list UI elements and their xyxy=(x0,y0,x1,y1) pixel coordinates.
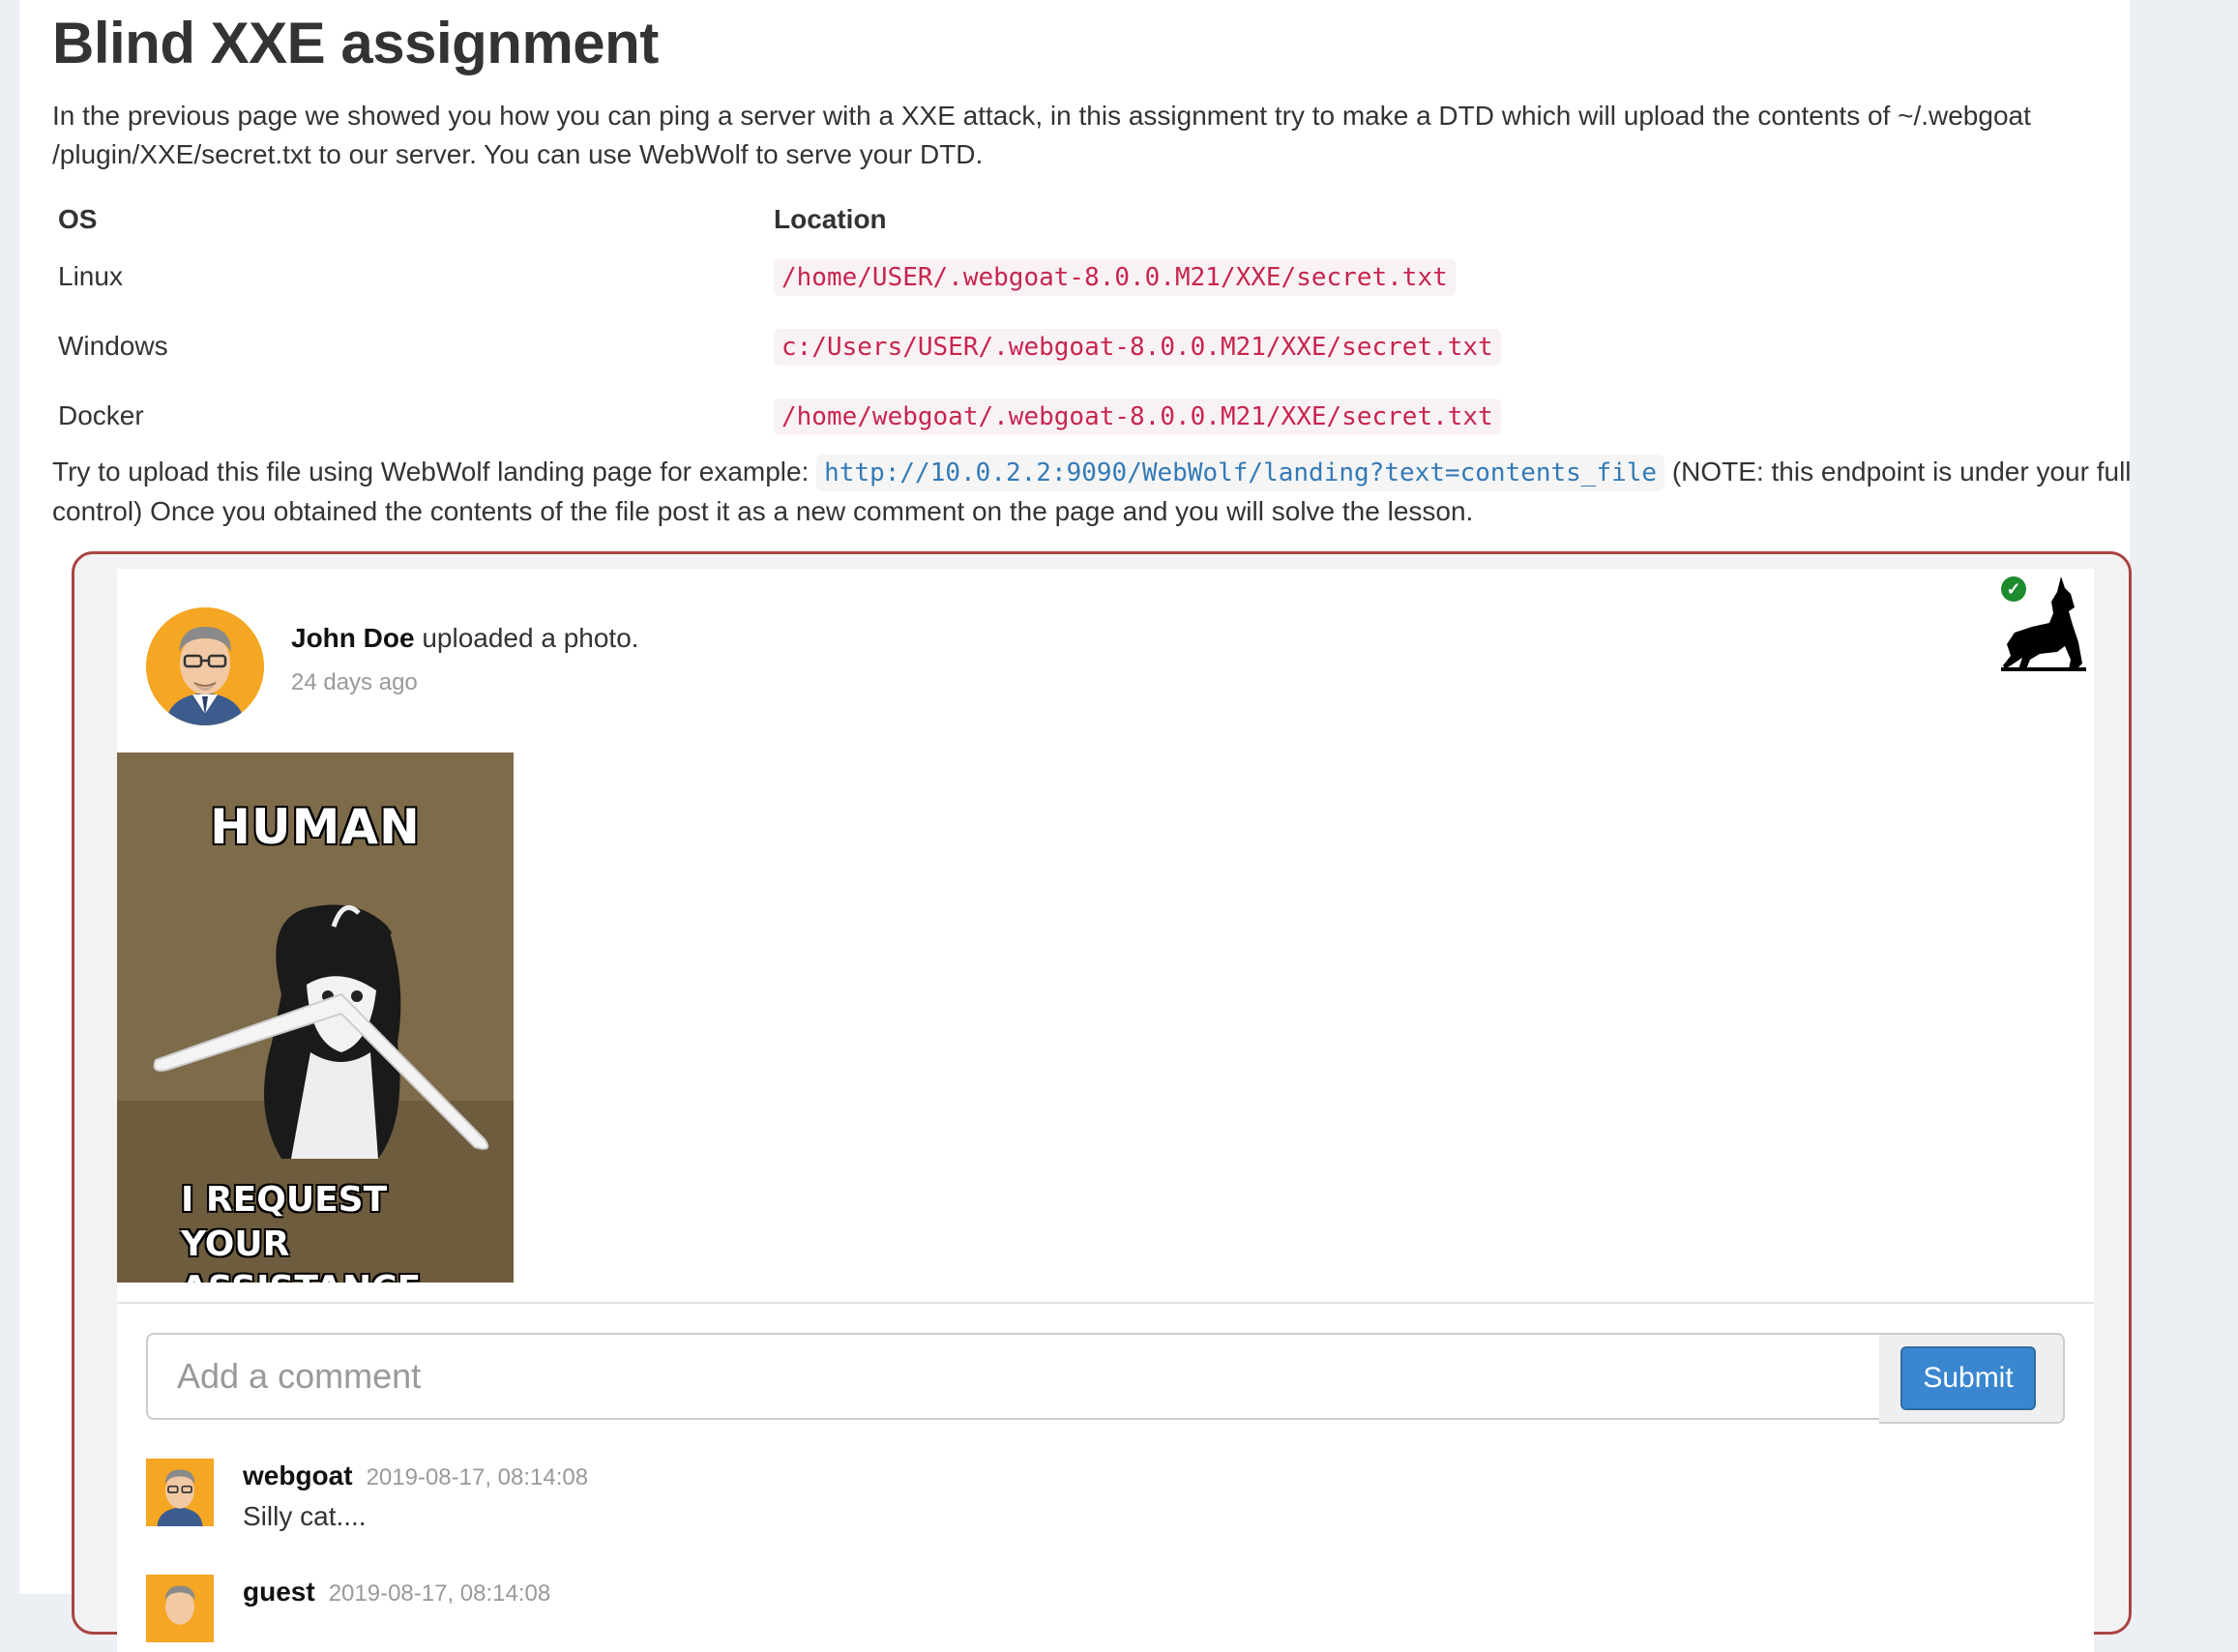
comment-text: Silly cat.... xyxy=(243,1501,367,1531)
os-cell: Docker xyxy=(58,400,144,430)
comment-meta: webgoat 2019-08-17, 08:14:08 xyxy=(243,1460,588,1491)
assignment-container: John Doe uploaded a photo. 24 days ago ✓ xyxy=(72,551,2132,1652)
comment-user: guest xyxy=(243,1577,315,1607)
location-code: /home/USER/.webgoat-8.0.0.M21/XXE/secret… xyxy=(774,259,1456,296)
comment-meta: guest 2019-08-17, 08:14:08 xyxy=(243,1577,550,1608)
submit-addon: Submit xyxy=(1879,1333,2065,1424)
lesson-page: Blind XXE assignment In the previous pag… xyxy=(19,0,2132,1652)
meme-top-text: HUMAN xyxy=(210,799,421,855)
post-time: 24 days ago xyxy=(291,669,418,695)
meme-bottom-text: I REQUEST YOUR ASSISTANCE xyxy=(181,1180,421,1283)
comment-input[interactable]: Add a comment xyxy=(146,1333,1881,1420)
post-divider xyxy=(117,1302,2094,1304)
post-action: uploaded a photo. xyxy=(422,623,639,653)
os-cell: Linux xyxy=(58,261,123,291)
webwolf-landing-url: http://10.0.2.2:9090/WebWolf/landing?tex… xyxy=(816,455,1665,491)
table-row: Windows c:/Users/USER/.webgoat-8.0.0.M21… xyxy=(52,311,1507,381)
table-header-os: OS xyxy=(58,204,98,234)
comment-user: webgoat xyxy=(243,1460,353,1490)
post-author[interactable]: John Doe xyxy=(291,623,415,653)
os-cell: Windows xyxy=(58,331,168,361)
comment-time: 2019-08-17, 08:14:08 xyxy=(366,1464,589,1490)
table-row: Linux /home/USER/.webgoat-8.0.0.M21/XXE/… xyxy=(52,242,1507,311)
location-code: /home/webgoat/.webgoat-8.0.0.M21/XXE/sec… xyxy=(774,398,1501,435)
comment-form: Add a comment Submit xyxy=(146,1333,2096,1424)
table-header-row: OS Location xyxy=(52,197,1507,242)
lesson-intro: In the previous page we showed you how y… xyxy=(52,101,2031,169)
page-title: Blind XXE assignment xyxy=(52,11,659,75)
comment-avatar xyxy=(146,1575,214,1642)
author-avatar xyxy=(146,607,264,725)
instructions-prefix: Try to upload this file using WebWolf la… xyxy=(52,457,810,487)
wolf-icon[interactable] xyxy=(2001,575,2086,671)
table-header-location: Location xyxy=(774,204,887,234)
upload-instructions: Try to upload this file using WebWolf la… xyxy=(52,453,2132,531)
table-row: Docker /home/webgoat/.webgoat-8.0.0.M21/… xyxy=(52,381,1507,451)
submit-button[interactable]: Submit xyxy=(1900,1346,2036,1410)
photo-post-card: John Doe uploaded a photo. 24 days ago ✓ xyxy=(117,569,2094,1652)
post-header: John Doe uploaded a photo. xyxy=(291,623,639,654)
meme-photo: HUMAN I REQUEST YOUR ASSISTANCE xyxy=(117,752,514,1283)
comment-avatar xyxy=(146,1459,214,1526)
location-code: c:/Users/USER/.webgoat-8.0.0.M21/XXE/sec… xyxy=(774,329,1501,366)
os-location-table: OS Location Linux /home/USER/.webgoat-8.… xyxy=(52,197,1507,451)
